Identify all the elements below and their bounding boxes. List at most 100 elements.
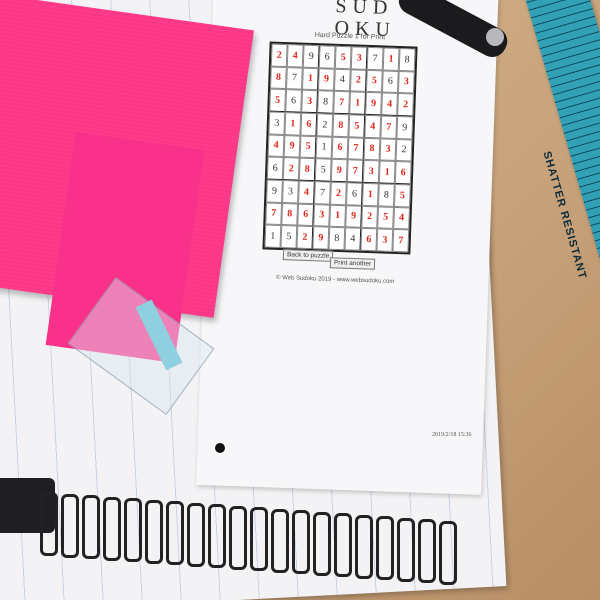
sudoku-cell: 8 (377, 183, 395, 207)
spiral-coil (61, 493, 79, 558)
sudoku-cell: 5 (280, 225, 298, 249)
sudoku-cell: 3 (376, 228, 394, 252)
blue-ruler (520, 0, 600, 480)
photo-scene: SUD OKU Hard Puzzle 1 for Print 24965371… (0, 0, 600, 600)
sudoku-cell: 1 (264, 224, 282, 248)
sudoku-cell: 6 (381, 70, 399, 94)
sudoku-cell: 6 (360, 228, 378, 252)
sudoku-cell: 4 (393, 206, 410, 230)
sudoku-cell: 1 (315, 135, 333, 160)
sudoku-cell: 8 (332, 113, 350, 137)
logo-line-1: SUD (335, 0, 394, 20)
sudoku-cell: 9 (312, 226, 330, 250)
sudoku-cell: 2 (330, 181, 347, 205)
sudoku-cell: 3 (301, 89, 318, 114)
sudoku-cell: 1 (378, 160, 396, 184)
spiral-coil (40, 492, 58, 556)
sudoku-cell: 8 (317, 90, 334, 114)
sudoku-cell: 6 (285, 89, 303, 113)
sudoku-cell: 4 (298, 180, 315, 204)
spiral-coil (208, 504, 226, 568)
sudoku-cell: 3 (379, 138, 397, 162)
spiral-coil (418, 519, 436, 583)
sudoku-cell: 6 (318, 45, 336, 69)
sudoku-cell: 9 (365, 92, 382, 116)
sudoku-cell: 6 (331, 136, 349, 160)
sudoku-cell: 8 (281, 202, 299, 226)
sudoku-cell: 4 (286, 44, 304, 68)
sudoku-cell: 2 (316, 113, 334, 137)
sudoku-cell: 3 (282, 180, 299, 204)
sudoku-cell: 5 (299, 135, 317, 159)
sudoku-cell: 5 (377, 206, 394, 230)
sudoku-cell: 5 (365, 69, 383, 93)
sudoku-cell: 8 (328, 227, 346, 251)
sudoku-cell: 2 (282, 157, 300, 181)
sudoku-cell: 3 (362, 160, 380, 184)
spiral-coil (355, 514, 373, 579)
sudoku-cell: 7 (265, 202, 283, 226)
spiral-coil (124, 498, 142, 562)
sudoku-cell: 2 (395, 138, 413, 162)
sudoku-cell: 4 (344, 227, 362, 251)
sudoku-cell: 9 (302, 44, 320, 68)
sudoku-cell: 1 (349, 91, 366, 115)
spiral-coil (397, 517, 415, 582)
sudoku-cell: 1 (382, 47, 400, 71)
sudoku-cell: 3 (397, 70, 415, 94)
sudoku-cell: 6 (346, 182, 363, 206)
spiral-coil (187, 502, 205, 567)
back-to-puzzle-button: Back to puzzle (282, 249, 334, 262)
sudoku-cell: 5 (393, 183, 411, 208)
sudoku-cell: 7 (333, 91, 350, 115)
sudoku-cell: 1 (284, 112, 302, 136)
sudoku-cell: 1 (362, 182, 379, 207)
sudoku-cell: 5 (334, 45, 352, 69)
sudoku-cell: 4 (267, 134, 285, 158)
sudoku-cell: 4 (364, 114, 382, 139)
sudoku-cell: 7 (392, 229, 410, 253)
sudoku-cell: 8 (298, 157, 316, 182)
sudoku-cell: 2 (361, 205, 378, 229)
spiral-coil (103, 496, 121, 561)
sudoku-cell: 5 (269, 88, 287, 113)
spiral-coil (376, 516, 394, 580)
sudoku-cell: 2 (397, 93, 414, 117)
sudoku-cell: 6 (297, 203, 315, 227)
spiral-coil (250, 507, 268, 571)
sudoku-cell: 9 (283, 134, 301, 158)
sudoku-cell: 8 (398, 48, 416, 72)
sudoku-cell: 7 (366, 46, 384, 71)
spiral-coil (313, 511, 331, 576)
sudoku-cell: 9 (317, 67, 335, 92)
spiral-coil (292, 510, 310, 574)
sudoku-cell: 7 (314, 181, 331, 205)
sudoku-cell: 6 (300, 112, 318, 136)
sudoku-cell: 2 (296, 225, 314, 250)
sudoku-cell: 7 (346, 159, 364, 183)
spiral-coil (334, 513, 352, 577)
spiral-coil (145, 499, 163, 564)
spiral-coil (229, 505, 247, 570)
sudoku-cell: 9 (330, 159, 348, 183)
sudoku-cell: 6 (266, 156, 284, 181)
sudoku-cell: 3 (268, 111, 286, 135)
spiral-coil (82, 495, 100, 559)
print-another-button: Print another (329, 257, 376, 270)
sudoku-grid: 2496537188719425635638719423162854794951… (262, 41, 418, 255)
sudoku-cell: 7 (286, 66, 303, 90)
sudoku-cell: 9 (396, 115, 414, 140)
spiral-coil (439, 520, 457, 585)
sudoku-cell: 8 (270, 66, 287, 90)
sudoku-cell: 7 (347, 136, 365, 161)
print-timestamp: 2019/2/18 15:36 (432, 432, 472, 438)
sudoku-cell: 1 (329, 204, 347, 228)
sudoku-cell: 1 (302, 67, 319, 91)
spiral-coil (271, 508, 289, 573)
sudoku-cell: 4 (381, 92, 398, 116)
sudoku-cell: 4 (333, 68, 351, 92)
hole-punch-dot (215, 443, 225, 453)
sudoku-cell: 5 (348, 114, 366, 138)
sudoku-cell: 2 (270, 43, 288, 67)
sudoku-cell: 2 (349, 68, 367, 93)
